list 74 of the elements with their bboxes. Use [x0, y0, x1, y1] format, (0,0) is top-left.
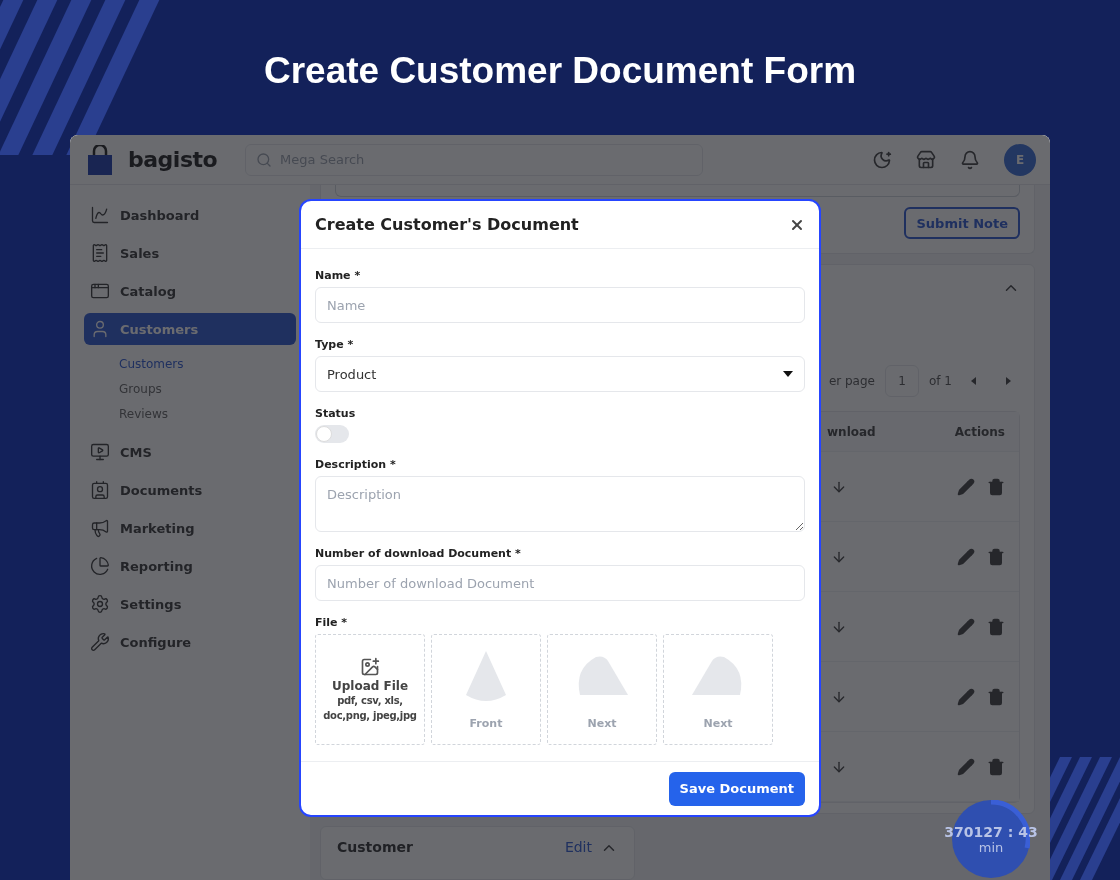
image-slot[interactable]: Front — [431, 634, 541, 745]
sidebar-item[interactable]: Sales — [84, 237, 296, 269]
sidebar-item[interactable]: Marketing — [84, 512, 296, 544]
slot-label: Next — [587, 717, 617, 730]
edit-icon[interactable] — [957, 757, 975, 776]
upload-title: Upload File — [331, 678, 409, 693]
text-input[interactable]: Number of download Document — [315, 565, 805, 601]
edit-icon[interactable] — [957, 687, 975, 706]
upload-formats: pdf, csv, xls, doc,png, jpeg,jpg — [322, 693, 418, 723]
delete-icon[interactable] — [987, 617, 1005, 636]
slot-label: Next — [703, 717, 733, 730]
bell-icon[interactable] — [960, 149, 980, 170]
sidebar-item[interactable]: Customers — [84, 313, 296, 345]
contact-card-icon — [90, 480, 110, 500]
sidebar-subitem[interactable]: Customers — [119, 351, 296, 376]
save-document-button[interactable]: Save Document — [668, 771, 805, 806]
delete-icon[interactable] — [987, 477, 1005, 496]
search-icon — [256, 151, 273, 168]
slot-label: Front — [469, 717, 503, 730]
moon-icon[interactable] — [872, 149, 892, 170]
field-label: Description * — [315, 458, 397, 471]
submit-note-button[interactable]: Submit Note — [904, 207, 1020, 239]
delete-icon[interactable] — [987, 547, 1005, 566]
page-total: of 1 — [929, 374, 952, 388]
field-label: Status — [315, 407, 357, 420]
sidebar-item[interactable]: Configure — [84, 626, 296, 658]
field-label: Number of download Document * — [315, 547, 522, 560]
sidebar-item[interactable]: Documents — [84, 474, 296, 506]
monitor-icon — [90, 442, 110, 462]
sidebar-item[interactable]: Dashboard — [84, 199, 296, 231]
store-icon[interactable] — [916, 149, 936, 170]
type-select[interactable]: Product — [315, 356, 805, 392]
text-input[interactable]: Name — [315, 287, 805, 323]
sidebar-item[interactable]: Catalog — [84, 275, 296, 307]
megaphone-icon — [90, 518, 110, 538]
user-avatar[interactable]: E — [1004, 143, 1036, 176]
sidebar-item[interactable]: Settings — [84, 588, 296, 620]
edit-icon[interactable] — [957, 547, 975, 566]
previous-icon[interactable] — [970, 376, 978, 386]
sidebar-item[interactable]: Reporting — [84, 550, 296, 582]
field-label: File * — [315, 616, 349, 629]
logo-text: bagisto — [128, 147, 218, 172]
chart-icon — [90, 205, 110, 225]
status-toggle[interactable] — [315, 425, 349, 443]
upload-tile[interactable]: Upload File pdf, csv, xls, doc,png, jpeg,jpg — [315, 634, 425, 745]
page-title: Create Customer Document Form — [263, 49, 857, 93]
edit-icon[interactable] — [957, 477, 975, 496]
column-header: Actions — [954, 424, 1005, 439]
delete-icon[interactable] — [987, 757, 1005, 776]
window-icon — [90, 281, 110, 301]
next-icon[interactable] — [1004, 376, 1012, 386]
document-icon — [90, 243, 110, 263]
per-page-label: er page — [828, 374, 875, 388]
textarea-input[interactable]: Description — [315, 476, 805, 532]
bag-logo-icon — [88, 144, 112, 175]
sidebar-item[interactable]: CMS — [84, 436, 296, 468]
page-input[interactable]: 1 — [885, 365, 919, 397]
settings-icon — [90, 594, 110, 614]
field-label: Type * — [315, 338, 355, 351]
field-label: Name * — [315, 269, 362, 282]
column-header: wnload — [827, 424, 877, 439]
wrench-icon — [90, 632, 110, 652]
image-slot[interactable]: Next — [547, 634, 657, 745]
camera-plus-icon — [360, 656, 380, 677]
delete-icon[interactable] — [987, 687, 1005, 706]
timer-value: 370127 : 43 — [944, 823, 1038, 840]
pie-chart-icon — [90, 556, 110, 576]
edit-link[interactable]: Edit — [564, 839, 592, 855]
card-title: Customer — [337, 839, 414, 855]
dialog-title: Create Customer's Document — [315, 215, 579, 234]
caret-icon — [783, 371, 793, 377]
timer-unit: min — [978, 839, 1004, 855]
image-slot[interactable]: Next — [663, 634, 773, 745]
edit-icon[interactable] — [957, 617, 975, 636]
